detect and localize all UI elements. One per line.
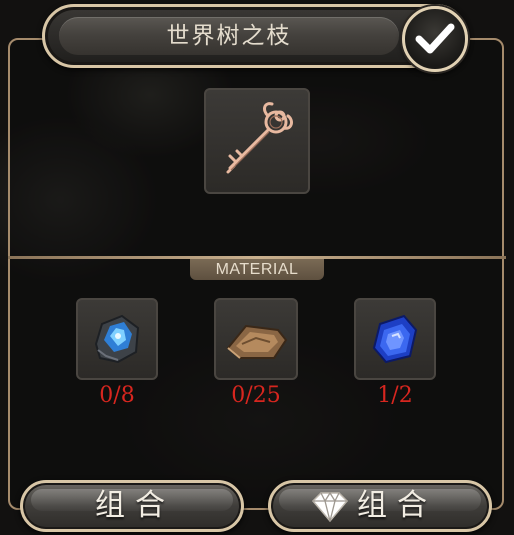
checkmark-icon <box>415 23 455 54</box>
material-slot-3[interactable] <box>354 298 436 380</box>
confirm-button[interactable] <box>402 6 468 72</box>
combine-button-label: 组合 <box>95 488 175 523</box>
material-slot-1[interactable] <box>76 298 158 380</box>
material-count-1: 0/8 <box>99 383 135 408</box>
material-count-2: 0/25 <box>231 383 281 408</box>
material-slot-2[interactable] <box>214 298 298 380</box>
ornate-key-icon <box>226 102 293 174</box>
blue-gem-ore-icon <box>94 314 140 364</box>
crafting-panel: 世界树之枝 MATERIAL 0/8 0/25 1/2 组合 组合 <box>0 0 514 535</box>
diamond-icon <box>311 491 349 523</box>
material-section-label: MATERIAL <box>190 259 324 280</box>
title-plate: 世界树之枝 <box>59 17 399 55</box>
diamond-combine-button-label: 组合 <box>357 488 437 523</box>
brown-leather-scrap-icon <box>226 324 288 359</box>
combine-button[interactable]: 组合 <box>20 480 244 532</box>
blue-sapphire-icon <box>372 314 418 364</box>
item-title: 世界树之枝 <box>166 23 292 49</box>
result-item-slot[interactable] <box>204 88 310 194</box>
material-count-3: 1/2 <box>377 383 413 408</box>
diamond-combine-button[interactable]: 组合 <box>268 480 492 532</box>
